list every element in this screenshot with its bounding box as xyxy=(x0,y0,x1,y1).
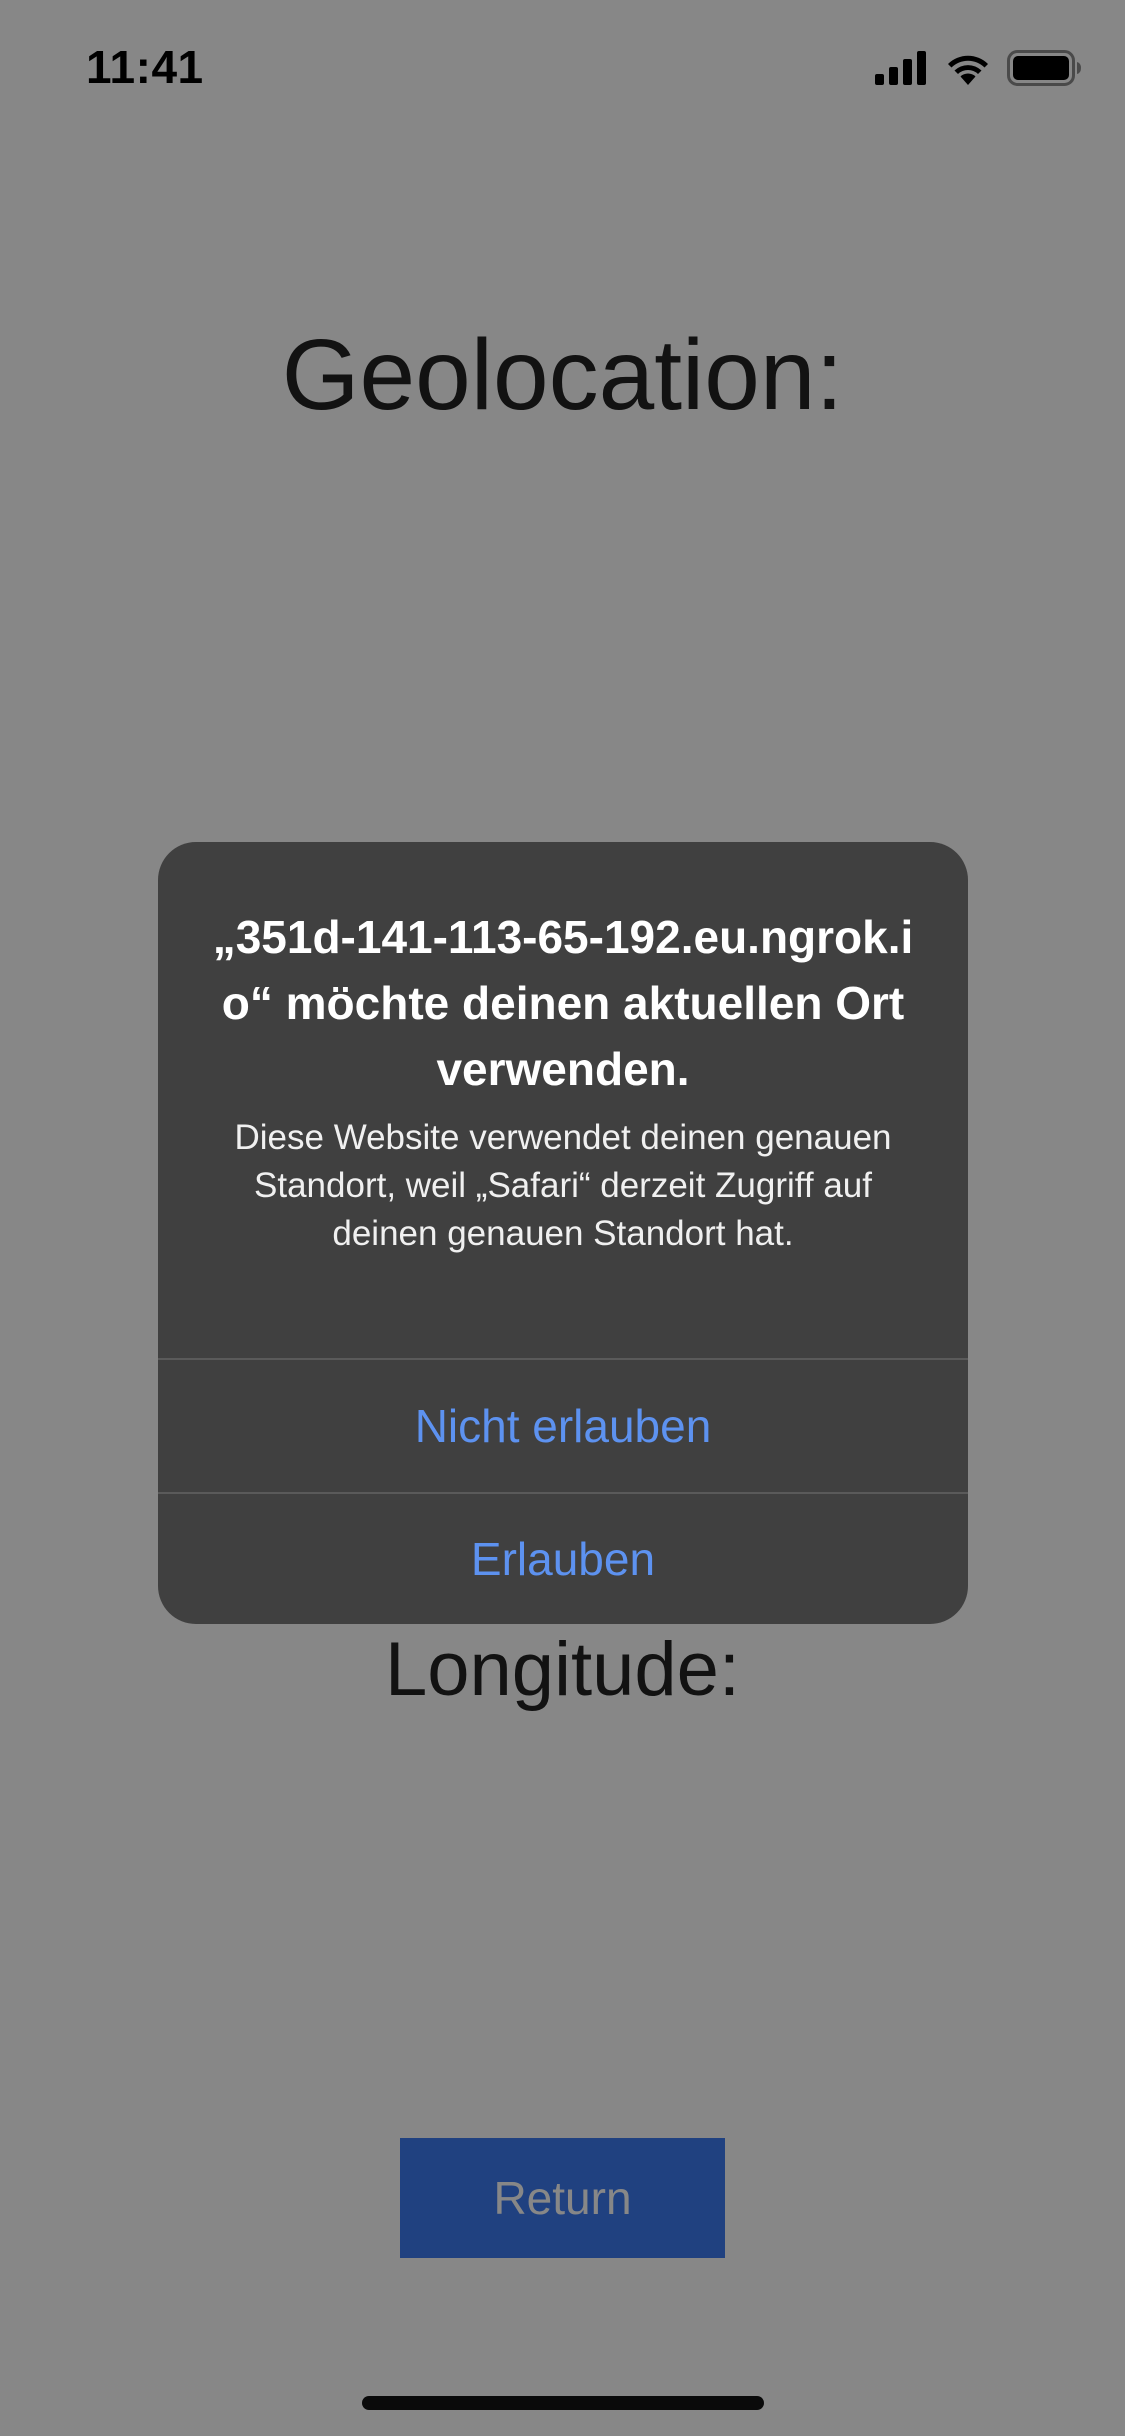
location-permission-alert: „351d-141-113-65-192.eu.ngrok.io“ möchte… xyxy=(158,842,968,1624)
alert-title: „351d-141-113-65-192.eu.ngrok.io“ möchte… xyxy=(212,911,914,1095)
screen: 11:41 Geolocation: Longitude: Return „35… xyxy=(0,0,1125,2436)
home-indicator[interactable] xyxy=(362,2396,764,2410)
alert-message: Diese Website verwendet deinen genauen S… xyxy=(234,1118,892,1253)
allow-button[interactable]: Erlauben xyxy=(158,1494,968,1624)
deny-button[interactable]: Nicht erlauben xyxy=(158,1360,968,1492)
alert-content: „351d-141-113-65-192.eu.ngrok.io“ möchte… xyxy=(158,842,968,1358)
